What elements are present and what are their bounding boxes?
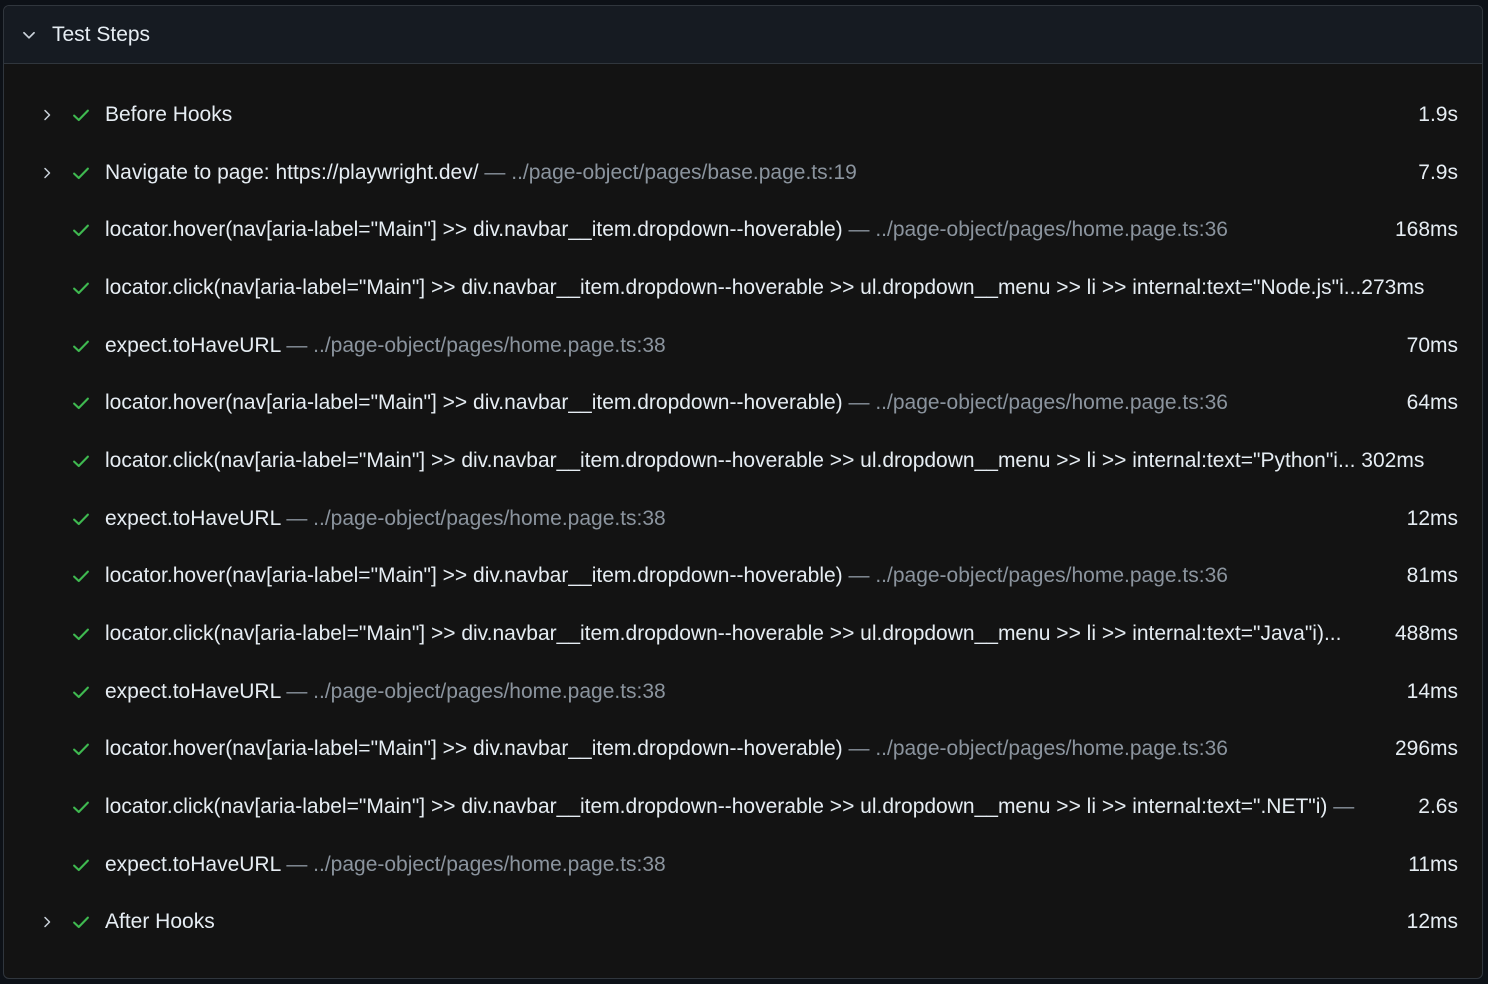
step-duration: 7.9s (1418, 160, 1458, 184)
step-content: After Hooks (105, 910, 1360, 934)
step-content: locator.click(nav[aria-label="Main"] >> … (105, 795, 1360, 819)
chevron-down-icon[interactable] (18, 24, 40, 46)
step-content: locator.hover(nav[aria-label="Main"] >> … (105, 391, 1360, 415)
test-steps-header[interactable]: Test Steps (4, 6, 1482, 64)
step-content: locator.hover(nav[aria-label="Main"] >> … (105, 737, 1360, 761)
step-location: — ../page-object/pages/home.page.ts:38 (280, 333, 666, 357)
test-step-row-6[interactable]: locator.hover(nav[aria-label="Main"] >> … (4, 374, 1482, 432)
step-title: After Hooks (105, 910, 215, 934)
check-icon (70, 104, 92, 126)
step-location: — ../page-object/pages/home.page.ts:36 (842, 218, 1228, 242)
step-location: — ../page-object/pages/home.page.ts:36 (842, 391, 1228, 415)
step-title: locator.click(nav[aria-label="Main"] >> … (105, 795, 1328, 819)
step-location: — ../page-object/pages/home.page.ts:38 (280, 852, 666, 876)
step-title: expect.toHaveURL (105, 333, 281, 357)
test-step-row-10[interactable]: locator.click(nav[aria-label="Main"] >> … (4, 605, 1482, 663)
test-step-row-13[interactable]: locator.click(nav[aria-label="Main"] >> … (4, 778, 1482, 836)
step-duration: 168ms (1394, 218, 1458, 242)
step-content: Navigate to page: https://playwright.dev… (105, 161, 1360, 185)
step-duration: 2.6s (1418, 795, 1458, 819)
step-title: expect.toHaveURL (105, 506, 281, 530)
step-duration: 70ms (1406, 333, 1458, 357)
check-icon (70, 219, 92, 241)
step-location: — ../page-object/pages/base.page.ts:19 (478, 160, 857, 184)
step-duration: 64ms (1406, 391, 1458, 415)
step-content: expect.toHaveURL — ../page-object/pages/… (105, 680, 1360, 704)
step-title: locator.hover(nav[aria-label="Main"] >> … (105, 564, 843, 588)
check-icon (70, 335, 92, 357)
chevron-right-icon[interactable] (37, 105, 57, 125)
step-location: — ../page-object/pages/home.page.ts:38 (280, 679, 666, 703)
test-step-row-15[interactable]: After Hooks 12ms (4, 894, 1482, 952)
step-duration: 12ms (1406, 506, 1458, 530)
step-content: locator.hover(nav[aria-label="Main"] >> … (105, 218, 1360, 242)
check-icon (70, 277, 92, 299)
test-step-row-3[interactable]: locator.hover(nav[aria-label="Main"] >> … (4, 201, 1482, 259)
test-step-row-1[interactable]: Before Hooks 1.9s (4, 86, 1482, 144)
test-step-row-12[interactable]: locator.hover(nav[aria-label="Main"] >> … (4, 721, 1482, 779)
step-title: Navigate to page: https://playwright.dev… (105, 160, 479, 184)
test-step-row-14[interactable]: expect.toHaveURL — ../page-object/pages/… (4, 836, 1482, 894)
step-title: locator.click(nav[aria-label="Main"] >> … (105, 448, 1425, 472)
step-content: locator.click(nav[aria-label="Main"] >> … (105, 276, 1460, 300)
step-duration: 1.9s (1418, 102, 1458, 126)
step-location: — ..... (1333, 795, 1360, 819)
test-step-row-9[interactable]: locator.hover(nav[aria-label="Main"] >> … (4, 548, 1482, 606)
step-content: locator.hover(nav[aria-label="Main"] >> … (105, 564, 1360, 588)
step-content: locator.click(nav[aria-label="Main"] >> … (105, 622, 1360, 646)
step-duration: 81ms (1406, 564, 1458, 588)
check-icon (70, 854, 92, 876)
step-duration: 11ms (1408, 852, 1458, 876)
check-icon (70, 565, 92, 587)
step-content: locator.click(nav[aria-label="Main"] >> … (105, 449, 1460, 473)
chevron-right-icon[interactable] (37, 912, 57, 932)
test-step-row-5[interactable]: expect.toHaveURL — ../page-object/pages/… (4, 317, 1482, 375)
test-step-row-8[interactable]: expect.toHaveURL — ../page-object/pages/… (4, 490, 1482, 548)
test-step-row-7[interactable]: locator.click(nav[aria-label="Main"] >> … (4, 432, 1482, 490)
check-icon (70, 623, 92, 645)
panel-title: Test Steps (52, 22, 151, 46)
steps-list: Before Hooks 1.9s Navigate to page: http… (4, 86, 1482, 951)
test-step-row-11[interactable]: expect.toHaveURL — ../page-object/pages/… (4, 663, 1482, 721)
step-duration: 14ms (1406, 679, 1458, 703)
test-steps-panel: Test Steps Before Hooks 1.9s Navigate to… (3, 5, 1483, 979)
test-step-row-4[interactable]: locator.click(nav[aria-label="Main"] >> … (4, 259, 1482, 317)
step-location: — ../page-object/pages/home.page.ts:38 (280, 506, 666, 530)
step-content: expect.toHaveURL — ../page-object/pages/… (105, 334, 1360, 358)
step-location: — ../page-object/pages/home.page.ts:36 (842, 564, 1228, 588)
step-content: expect.toHaveURL — ../page-object/pages/… (105, 507, 1360, 531)
step-location: — ../page-object/pages/home.page.ts:36 (842, 737, 1228, 761)
check-icon (70, 508, 92, 530)
step-duration: 296ms (1394, 737, 1458, 761)
check-icon (70, 796, 92, 818)
check-icon (70, 911, 92, 933)
step-duration: 12ms (1406, 910, 1458, 934)
check-icon (70, 738, 92, 760)
step-title: locator.click(nav[aria-label="Main"] >> … (105, 622, 1342, 646)
step-duration: 488ms (1394, 622, 1458, 646)
step-title: locator.hover(nav[aria-label="Main"] >> … (105, 391, 843, 415)
step-title: locator.click(nav[aria-label="Main"] >> … (105, 275, 1425, 299)
step-title: expect.toHaveURL (105, 679, 281, 703)
step-content: expect.toHaveURL — ../page-object/pages/… (105, 853, 1360, 877)
step-title: locator.hover(nav[aria-label="Main"] >> … (105, 737, 843, 761)
check-icon (70, 450, 92, 472)
check-icon (70, 162, 92, 184)
check-icon (70, 681, 92, 703)
step-title: locator.hover(nav[aria-label="Main"] >> … (105, 218, 843, 242)
step-title: Before Hooks (105, 102, 233, 126)
check-icon (70, 392, 92, 414)
chevron-right-icon[interactable] (37, 163, 57, 183)
step-content: Before Hooks (105, 103, 1360, 127)
step-title: expect.toHaveURL (105, 852, 281, 876)
test-step-row-2[interactable]: Navigate to page: https://playwright.dev… (4, 144, 1482, 202)
